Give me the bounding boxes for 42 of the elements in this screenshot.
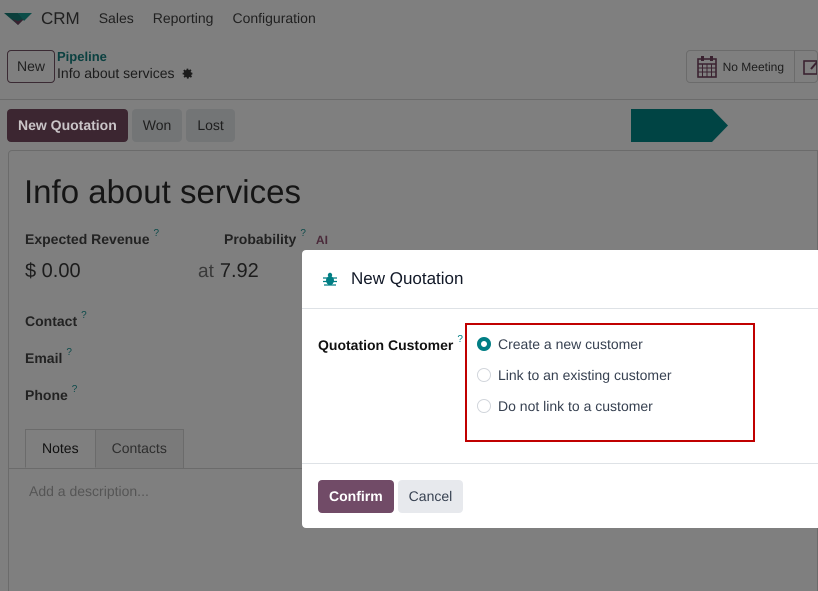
revenue-value: $ 0.00 xyxy=(25,259,82,284)
notebook-tab[interactable]: Notes xyxy=(25,428,96,468)
help-mark[interactable]: ? xyxy=(457,335,463,345)
field-label: Probability xyxy=(224,230,296,249)
app-name[interactable]: CRM xyxy=(41,6,80,32)
status-button[interactable]: Won xyxy=(132,108,182,142)
gear-icon[interactable] xyxy=(180,67,194,80)
radio-option[interactable]: Create a new customer xyxy=(477,336,753,352)
field-label: Quotation Customer xyxy=(318,336,454,355)
menu-item[interactable]: Reporting xyxy=(152,8,214,29)
help-mark[interactable]: ? xyxy=(154,229,160,239)
menu-item[interactable]: Sales xyxy=(98,8,134,29)
field-label: Contact xyxy=(25,312,78,330)
new-button[interactable]: New xyxy=(7,50,56,83)
radio-button[interactable] xyxy=(477,337,491,351)
radio-option[interactable]: Do not link to a customer xyxy=(477,398,753,414)
help-mark[interactable]: ? xyxy=(300,229,306,239)
dialog-title: New Quotation xyxy=(351,268,464,290)
menu-item[interactable]: Configuration xyxy=(232,8,316,29)
field-label: Phone xyxy=(25,386,68,404)
probability-value: 7.92 xyxy=(220,259,259,284)
help-mark[interactable]: ? xyxy=(66,348,72,358)
edit-icon[interactable] xyxy=(803,58,817,74)
dialog-button[interactable]: Cancel xyxy=(398,480,464,513)
record-name: Info about services xyxy=(57,65,175,82)
radio-option[interactable]: Link to an existing customer xyxy=(477,367,753,383)
logo-icon[interactable] xyxy=(4,10,32,26)
ai-badge[interactable]: AI xyxy=(316,230,328,248)
calendar-icon xyxy=(696,56,717,78)
status-button[interactable]: New Quotation xyxy=(7,108,128,142)
help-mark[interactable]: ? xyxy=(81,310,87,320)
notebook-tab[interactable]: Contacts xyxy=(96,428,184,468)
dialog-button[interactable]: Confirm xyxy=(318,480,394,513)
at-label: at xyxy=(198,260,214,284)
field-label: Expected Revenue xyxy=(25,230,150,249)
stage-arrow[interactable] xyxy=(631,108,728,142)
status-button[interactable]: Lost xyxy=(186,108,235,142)
bug-icon[interactable] xyxy=(323,272,337,286)
breadcrumb-link[interactable]: Pipeline xyxy=(57,48,194,65)
help-mark[interactable]: ? xyxy=(72,384,78,394)
field-label: Email xyxy=(25,348,62,368)
record-title: Info about services xyxy=(23,173,302,211)
